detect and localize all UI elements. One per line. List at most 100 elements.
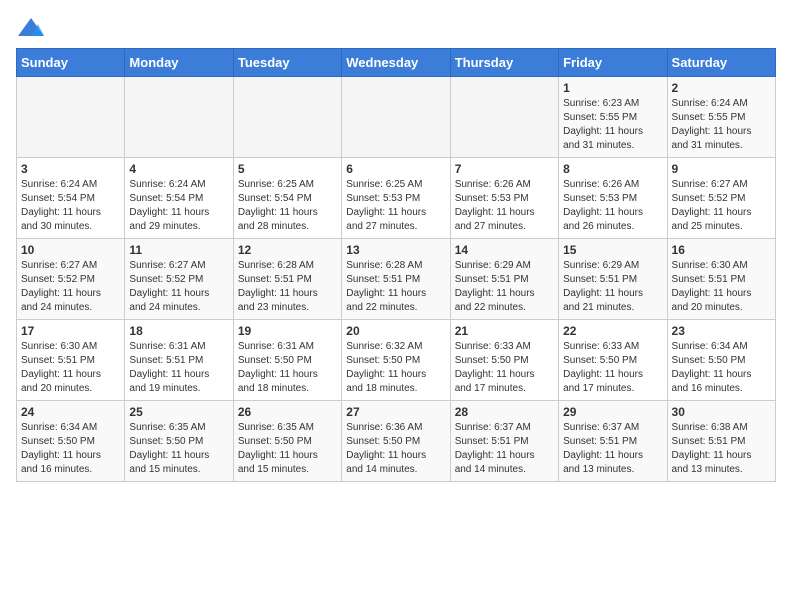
day-info: Sunrise: 6:36 AM Sunset: 5:50 PM Dayligh… bbox=[346, 421, 445, 477]
header-day-saturday: Saturday bbox=[667, 49, 775, 77]
calendar-cell: 4 Sunrise: 6:24 AM Sunset: 5:54 PM Daylig… bbox=[125, 158, 233, 239]
calendar-cell: 24 Sunrise: 6:34 AM Sunset: 5:50 PM Dayli… bbox=[17, 401, 125, 482]
day-info: Sunrise: 6:37 AM Sunset: 5:51 PM Dayligh… bbox=[455, 421, 554, 477]
day-info: Sunrise: 6:26 AM Sunset: 5:53 PM Dayligh… bbox=[455, 178, 554, 234]
day-info: Sunrise: 6:28 AM Sunset: 5:51 PM Dayligh… bbox=[346, 259, 445, 315]
day-number: 22 bbox=[563, 324, 662, 338]
calendar-cell: 19 Sunrise: 6:31 AM Sunset: 5:50 PM Dayli… bbox=[233, 320, 341, 401]
day-info: Sunrise: 6:31 AM Sunset: 5:51 PM Dayligh… bbox=[129, 340, 228, 396]
day-number: 18 bbox=[129, 324, 228, 338]
calendar-table: SundayMondayTuesdayWednesdayThursdayFrid… bbox=[16, 48, 776, 482]
day-info: Sunrise: 6:24 AM Sunset: 5:54 PM Dayligh… bbox=[21, 178, 120, 234]
day-number: 23 bbox=[672, 324, 771, 338]
calendar-body: 1Sunrise: 6:23 AM Sunset: 5:55 PM Daylig… bbox=[17, 77, 776, 482]
calendar-cell: 29 Sunrise: 6:37 AM Sunset: 5:51 PM Dayli… bbox=[559, 401, 667, 482]
day-info: Sunrise: 6:25 AM Sunset: 5:54 PM Dayligh… bbox=[238, 178, 337, 234]
week-row-2: 10Sunrise: 6:27 AM Sunset: 5:52 PM Dayli… bbox=[17, 239, 776, 320]
day-number: 12 bbox=[238, 243, 337, 257]
day-info: Sunrise: 6:38 AM Sunset: 5:51 PM Dayligh… bbox=[672, 421, 771, 477]
day-number: 8 bbox=[563, 162, 662, 176]
day-number: 19 bbox=[238, 324, 337, 338]
day-number: 1 bbox=[563, 81, 662, 95]
day-info: Sunrise: 6:24 AM Sunset: 5:54 PM Dayligh… bbox=[129, 178, 228, 234]
day-info: Sunrise: 6:25 AM Sunset: 5:53 PM Dayligh… bbox=[346, 178, 445, 234]
day-info: Sunrise: 6:30 AM Sunset: 5:51 PM Dayligh… bbox=[672, 259, 771, 315]
day-number: 9 bbox=[672, 162, 771, 176]
calendar-cell: 6 Sunrise: 6:25 AM Sunset: 5:53 PM Daylig… bbox=[342, 158, 450, 239]
header-day-sunday: Sunday bbox=[17, 49, 125, 77]
calendar-cell bbox=[125, 77, 233, 158]
week-row-1: 3 Sunrise: 6:24 AM Sunset: 5:54 PM Daylig… bbox=[17, 158, 776, 239]
day-number: 29 bbox=[563, 405, 662, 419]
calendar-cell: 22 Sunrise: 6:33 AM Sunset: 5:50 PM Dayli… bbox=[559, 320, 667, 401]
day-number: 3 bbox=[21, 162, 120, 176]
day-number: 24 bbox=[21, 405, 120, 419]
day-number: 15 bbox=[563, 243, 662, 257]
day-info: Sunrise: 6:27 AM Sunset: 5:52 PM Dayligh… bbox=[21, 259, 120, 315]
calendar-cell: 14 Sunrise: 6:29 AM Sunset: 5:51 PM Dayli… bbox=[450, 239, 558, 320]
day-info: Sunrise: 6:32 AM Sunset: 5:50 PM Dayligh… bbox=[346, 340, 445, 396]
header-day-wednesday: Wednesday bbox=[342, 49, 450, 77]
day-info: Sunrise: 6:35 AM Sunset: 5:50 PM Dayligh… bbox=[129, 421, 228, 477]
calendar-cell: 11 Sunrise: 6:27 AM Sunset: 5:52 PM Dayli… bbox=[125, 239, 233, 320]
calendar-cell bbox=[342, 77, 450, 158]
week-row-4: 24 Sunrise: 6:34 AM Sunset: 5:50 PM Dayli… bbox=[17, 401, 776, 482]
header bbox=[16, 16, 776, 40]
calendar-cell: 15Sunrise: 6:29 AM Sunset: 5:51 PM Dayli… bbox=[559, 239, 667, 320]
day-number: 13 bbox=[346, 243, 445, 257]
header-day-monday: Monday bbox=[125, 49, 233, 77]
calendar-cell: 10Sunrise: 6:27 AM Sunset: 5:52 PM Dayli… bbox=[17, 239, 125, 320]
calendar-cell bbox=[233, 77, 341, 158]
calendar-cell bbox=[450, 77, 558, 158]
day-info: Sunrise: 6:26 AM Sunset: 5:53 PM Dayligh… bbox=[563, 178, 662, 234]
day-number: 16 bbox=[672, 243, 771, 257]
calendar-cell: 3 Sunrise: 6:24 AM Sunset: 5:54 PM Daylig… bbox=[17, 158, 125, 239]
week-row-0: 1Sunrise: 6:23 AM Sunset: 5:55 PM Daylig… bbox=[17, 77, 776, 158]
calendar-cell: 23 Sunrise: 6:34 AM Sunset: 5:50 PM Dayli… bbox=[667, 320, 775, 401]
day-info: Sunrise: 6:27 AM Sunset: 5:52 PM Dayligh… bbox=[129, 259, 228, 315]
day-number: 21 bbox=[455, 324, 554, 338]
day-number: 5 bbox=[238, 162, 337, 176]
day-number: 2 bbox=[672, 81, 771, 95]
calendar-cell: 21 Sunrise: 6:33 AM Sunset: 5:50 PM Dayli… bbox=[450, 320, 558, 401]
calendar-cell: 26 Sunrise: 6:35 AM Sunset: 5:50 PM Dayli… bbox=[233, 401, 341, 482]
day-number: 4 bbox=[129, 162, 228, 176]
calendar-cell: 18 Sunrise: 6:31 AM Sunset: 5:51 PM Dayli… bbox=[125, 320, 233, 401]
calendar-cell: 12 Sunrise: 6:28 AM Sunset: 5:51 PM Dayli… bbox=[233, 239, 341, 320]
day-info: Sunrise: 6:33 AM Sunset: 5:50 PM Dayligh… bbox=[455, 340, 554, 396]
calendar-cell: 8 Sunrise: 6:26 AM Sunset: 5:53 PM Daylig… bbox=[559, 158, 667, 239]
day-number: 6 bbox=[346, 162, 445, 176]
day-info: Sunrise: 6:33 AM Sunset: 5:50 PM Dayligh… bbox=[563, 340, 662, 396]
calendar-cell: 28 Sunrise: 6:37 AM Sunset: 5:51 PM Dayli… bbox=[450, 401, 558, 482]
calendar-cell: 9Sunrise: 6:27 AM Sunset: 5:52 PM Daylig… bbox=[667, 158, 775, 239]
day-info: Sunrise: 6:24 AM Sunset: 5:55 PM Dayligh… bbox=[672, 97, 771, 153]
day-info: Sunrise: 6:35 AM Sunset: 5:50 PM Dayligh… bbox=[238, 421, 337, 477]
calendar-cell: 30Sunrise: 6:38 AM Sunset: 5:51 PM Dayli… bbox=[667, 401, 775, 482]
day-number: 17 bbox=[21, 324, 120, 338]
calendar-cell: 13 Sunrise: 6:28 AM Sunset: 5:51 PM Dayli… bbox=[342, 239, 450, 320]
day-info: Sunrise: 6:28 AM Sunset: 5:51 PM Dayligh… bbox=[238, 259, 337, 315]
calendar-cell: 16 Sunrise: 6:30 AM Sunset: 5:51 PM Dayli… bbox=[667, 239, 775, 320]
day-number: 26 bbox=[238, 405, 337, 419]
header-day-friday: Friday bbox=[559, 49, 667, 77]
logo-icon bbox=[16, 16, 46, 40]
calendar-cell: 1Sunrise: 6:23 AM Sunset: 5:55 PM Daylig… bbox=[559, 77, 667, 158]
day-number: 20 bbox=[346, 324, 445, 338]
day-info: Sunrise: 6:34 AM Sunset: 5:50 PM Dayligh… bbox=[672, 340, 771, 396]
day-info: Sunrise: 6:37 AM Sunset: 5:51 PM Dayligh… bbox=[563, 421, 662, 477]
calendar-cell: 2 Sunrise: 6:24 AM Sunset: 5:55 PM Daylig… bbox=[667, 77, 775, 158]
day-info: Sunrise: 6:34 AM Sunset: 5:50 PM Dayligh… bbox=[21, 421, 120, 477]
day-info: Sunrise: 6:31 AM Sunset: 5:50 PM Dayligh… bbox=[238, 340, 337, 396]
day-number: 14 bbox=[455, 243, 554, 257]
calendar-cell bbox=[17, 77, 125, 158]
day-number: 28 bbox=[455, 405, 554, 419]
calendar-cell: 5 Sunrise: 6:25 AM Sunset: 5:54 PM Daylig… bbox=[233, 158, 341, 239]
calendar-header: SundayMondayTuesdayWednesdayThursdayFrid… bbox=[17, 49, 776, 77]
day-info: Sunrise: 6:30 AM Sunset: 5:51 PM Dayligh… bbox=[21, 340, 120, 396]
week-row-3: 17 Sunrise: 6:30 AM Sunset: 5:51 PM Dayli… bbox=[17, 320, 776, 401]
day-number: 7 bbox=[455, 162, 554, 176]
calendar-cell: 20 Sunrise: 6:32 AM Sunset: 5:50 PM Dayli… bbox=[342, 320, 450, 401]
day-info: Sunrise: 6:29 AM Sunset: 5:51 PM Dayligh… bbox=[455, 259, 554, 315]
header-day-thursday: Thursday bbox=[450, 49, 558, 77]
day-number: 11 bbox=[129, 243, 228, 257]
